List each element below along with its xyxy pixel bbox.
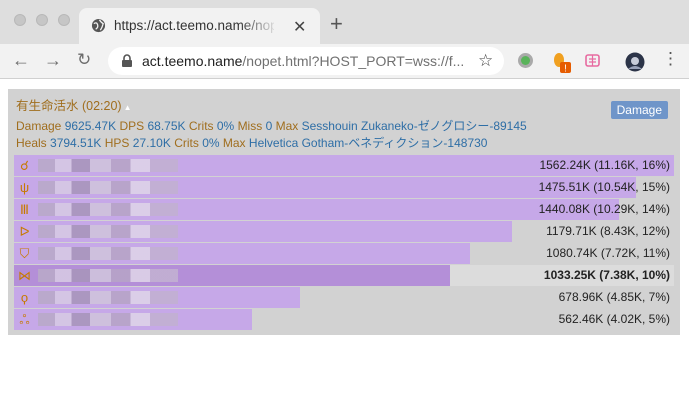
- combatant-row[interactable]: ⛉ 1080.74K (7.72K, 11%): [14, 243, 674, 264]
- combatant-list: ☌ 1562.24K (11.16K, 16%) ψ 1475.51K (10.54K…: [14, 155, 674, 331]
- encounter-title: 有生命活水 (02:20) ▲: [16, 95, 132, 114]
- extension-green-icon[interactable]: [517, 52, 534, 69]
- dps-label: DPS: [119, 119, 145, 133]
- white-mage-icon: ϙ: [20, 290, 29, 305]
- dps-value: 68.75K: [147, 119, 186, 133]
- combatant-stat: 678.96K (4.85K, 7%): [558, 290, 670, 304]
- menu-dots-icon[interactable]: ⋮: [662, 49, 679, 69]
- browser-toolbar: ← → ↻ act.teemo.name/nopet.html?HOST_POR…: [0, 44, 689, 79]
- combatant-row[interactable]: ϙ 678.96K (4.85K, 7%): [14, 287, 674, 308]
- bookmark-star-icon[interactable]: ☆: [478, 51, 493, 71]
- combatant-row[interactable]: ᐅ 1179.71K (8.43K, 12%): [14, 221, 674, 242]
- miss-value: 0: [265, 119, 273, 133]
- dragoon-icon: Ⅲ: [20, 202, 29, 217]
- miss-label: Miss: [237, 119, 263, 133]
- combatant-name-redacted: [38, 291, 178, 304]
- close-window-button[interactable]: [14, 14, 26, 26]
- max-heal-value: Helvetica Gotham-ベネディクション-148730: [248, 136, 488, 150]
- url-path: /nopet.html?HOST_PORT=wss://f...: [242, 53, 465, 69]
- combatant-stat: 1440.08K (10.29K, 14%): [538, 202, 670, 216]
- svg-text:!: !: [564, 64, 567, 75]
- combatant-stat: 1562.24K (11.16K, 16%): [539, 158, 670, 172]
- close-tab-icon[interactable]: ✕: [293, 17, 306, 37]
- act-overlay: 有生命活水 (02:20) ▲ Damage 9625.47K DPS 68.75…: [8, 89, 680, 335]
- extension-warning-icon[interactable]: !: [551, 52, 573, 74]
- heals-value: 3794.51K: [50, 136, 102, 150]
- combatant-stat: 1179.71K (8.43K, 12%): [546, 224, 670, 238]
- maximize-window-button[interactable]: [58, 14, 70, 26]
- combatant-row[interactable]: ஃ 562.46K (4.02K, 5%): [14, 309, 674, 330]
- new-tab-icon[interactable]: +: [330, 11, 343, 37]
- combatant-name-redacted: [38, 203, 178, 216]
- damage-value: 9625.47K: [64, 119, 117, 133]
- globe-icon: [91, 18, 106, 33]
- max-heal-label: Max: [222, 136, 246, 150]
- paladin-icon: ⛉: [19, 246, 30, 261]
- combatant-stat: 1475.51K (10.54K, 15%): [538, 180, 670, 194]
- bard-icon: ᐅ: [19, 224, 30, 239]
- combatant-name-redacted: [38, 181, 178, 194]
- damage-label: Damage: [16, 119, 62, 133]
- combatant-stat: 562.46K (4.02K, 5%): [558, 312, 670, 326]
- combatant-name-redacted: [38, 269, 178, 282]
- combatant-row[interactable]: Ⅲ 1440.08K (10.29K, 14%): [14, 199, 674, 220]
- heals-label: Heals: [16, 136, 47, 150]
- combatant-name-redacted: [38, 159, 178, 172]
- reload-icon[interactable]: ↻: [77, 50, 91, 70]
- heal-summary: Heals 3794.51K HPS 27.10K Crits 0% Max H…: [16, 134, 487, 151]
- heal-crits-value: 0%: [202, 136, 220, 150]
- window-controls: [14, 14, 70, 26]
- crits-label: Crits: [188, 119, 214, 133]
- caret-up-icon[interactable]: ▲: [124, 103, 132, 112]
- url-host: act.teemo.name: [142, 53, 243, 69]
- address-bar[interactable]: act.teemo.name/nopet.html?HOST_PORT=wss:…: [108, 47, 504, 75]
- damage-summary: Damage 9625.47K DPS 68.75K Crits 0% Miss…: [16, 117, 527, 134]
- combatant-name-redacted: [38, 225, 178, 238]
- combatant-name-redacted: [38, 247, 178, 260]
- combatant-row[interactable]: ⋈ 1033.25K (7.38K, 10%): [14, 265, 674, 286]
- encounter-name: 有生命活水 (02:20): [16, 99, 122, 113]
- damage-button[interactable]: Damage: [610, 101, 668, 119]
- combatant-stat: 1033.25K (7.38K, 10%): [543, 268, 670, 282]
- warrior-icon: ஃ: [19, 312, 30, 327]
- heal-crits-label: Crits: [174, 136, 199, 150]
- crits-value: 0%: [216, 119, 235, 133]
- hps-label: HPS: [104, 136, 130, 150]
- max-hit-label: Max: [275, 119, 299, 133]
- scholar-icon: ψ: [19, 180, 30, 195]
- combatant-row[interactable]: ☌ 1562.24K (11.16K, 16%): [14, 155, 674, 176]
- ninja-icon: ⋈: [18, 268, 31, 283]
- hps-value: 27.10K: [132, 136, 171, 150]
- extension-pink-icon[interactable]: [584, 52, 601, 69]
- lock-icon: [122, 54, 132, 67]
- back-icon[interactable]: ←: [12, 50, 30, 71]
- max-hit-value: Sesshouin Zukaneko-ゼノグロシー-89145: [301, 119, 527, 133]
- browser-tab[interactable]: https://act.teemo.name/nopet.html ✕: [79, 8, 320, 44]
- url-text: act.teemo.name/nopet.html?HOST_PORT=wss:…: [142, 53, 472, 69]
- astrologian-icon: ☌: [20, 158, 29, 173]
- overlay-header: 有生命活水 (02:20) ▲ Damage 9625.47K DPS 68.75…: [16, 95, 676, 151]
- combatant-row[interactable]: ψ 1475.51K (10.54K, 15%): [14, 177, 674, 198]
- tab-strip: https://act.teemo.name/nopet.html ✕ +: [0, 0, 689, 44]
- minimize-window-button[interactable]: [36, 14, 48, 26]
- profile-avatar[interactable]: [625, 52, 645, 72]
- combatant-stat: 1080.74K (7.72K, 11%): [546, 246, 670, 260]
- combatant-name-redacted: [38, 313, 178, 326]
- forward-icon[interactable]: →: [44, 50, 62, 71]
